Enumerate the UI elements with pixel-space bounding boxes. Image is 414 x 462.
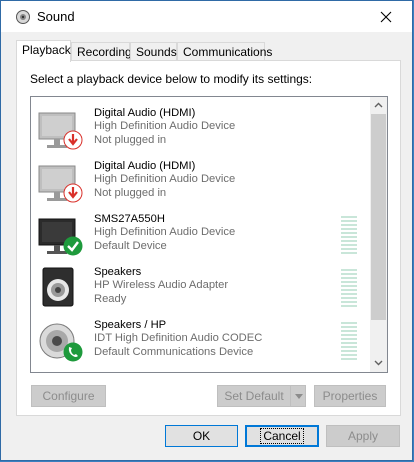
volume-meter xyxy=(341,269,357,309)
close-button[interactable] xyxy=(368,5,404,29)
volume-meter xyxy=(341,216,357,256)
device-status: Default Communications Device xyxy=(94,345,254,358)
vertical-scrollbar[interactable] xyxy=(370,97,387,372)
tab-communications[interactable]: Communications xyxy=(177,42,272,61)
device-description: IDT High Definition Audio CODEC xyxy=(94,332,263,345)
device-item[interactable]: Speakers / HP IDT High Definition Audio … xyxy=(31,314,371,367)
window-title: Sound xyxy=(37,9,75,24)
speaker-icon xyxy=(37,266,81,310)
device-status: Ready xyxy=(94,292,127,305)
set-default-button[interactable]: Set Default xyxy=(217,385,291,407)
device-list[interactable]: Digital Audio (HDMI) High Definition Aud… xyxy=(30,96,388,373)
device-item[interactable]: Digital Audio (HDMI) High Definition Aud… xyxy=(31,102,371,155)
device-description: High Definition Audio Device xyxy=(94,173,236,186)
tab-playback[interactable]: Playback xyxy=(16,40,71,62)
scroll-thumb[interactable] xyxy=(371,114,386,320)
device-status: Not plugged in xyxy=(94,186,167,199)
tab-sounds[interactable]: Sounds xyxy=(130,42,177,61)
device-description: High Definition Audio Device xyxy=(94,226,236,239)
set-default-dropdown-button[interactable] xyxy=(290,385,306,407)
tab-recording[interactable]: Recording xyxy=(71,42,132,61)
playback-panel: Select a playback device below to modify… xyxy=(16,60,401,416)
properties-button[interactable]: Properties xyxy=(314,385,386,407)
chevron-up-icon xyxy=(374,102,383,108)
sound-dialog: Sound Playback Recording Sounds Communic… xyxy=(0,0,413,461)
device-name: Speakers xyxy=(94,266,142,278)
device-name: Digital Audio (HDMI) xyxy=(94,160,196,172)
close-icon xyxy=(380,11,392,23)
device-item[interactable]: Digital Audio (HDMI) High Definition Aud… xyxy=(31,155,371,208)
device-item[interactable]: Speakers HP Wireless Audio Adapter Ready xyxy=(31,261,371,314)
device-name: SMS27A550H xyxy=(94,213,165,225)
configure-button[interactable]: Configure xyxy=(31,385,106,407)
title-bar: Sound xyxy=(1,1,412,32)
ok-button[interactable]: OK xyxy=(165,425,238,447)
device-description: HP Wireless Audio Adapter xyxy=(94,279,229,292)
scroll-up-button[interactable] xyxy=(370,97,387,114)
red-down-arrow-icon xyxy=(63,130,83,153)
red-down-arrow-icon xyxy=(63,183,83,206)
device-status: Default Device xyxy=(94,239,167,252)
device-name: Digital Audio (HDMI) xyxy=(94,107,196,119)
apply-button[interactable]: Apply xyxy=(326,425,400,447)
green-check-icon xyxy=(63,236,83,259)
instruction-text: Select a playback device below to modify… xyxy=(30,72,313,86)
speaker-app-icon xyxy=(15,9,31,25)
chevron-down-icon xyxy=(374,360,383,366)
device-status: Not plugged in xyxy=(94,133,167,146)
device-description: High Definition Audio Device xyxy=(94,120,236,133)
device-item[interactable]: SMS27A550H High Definition Audio Device … xyxy=(31,208,371,261)
device-name: Speakers / HP xyxy=(94,319,167,331)
green-phone-icon xyxy=(63,342,83,365)
cancel-label: Cancel xyxy=(260,428,304,444)
chevron-down-icon xyxy=(295,394,303,399)
scroll-down-button[interactable] xyxy=(370,355,387,372)
cancel-button[interactable]: Cancel xyxy=(245,425,319,447)
volume-meter xyxy=(341,322,357,362)
